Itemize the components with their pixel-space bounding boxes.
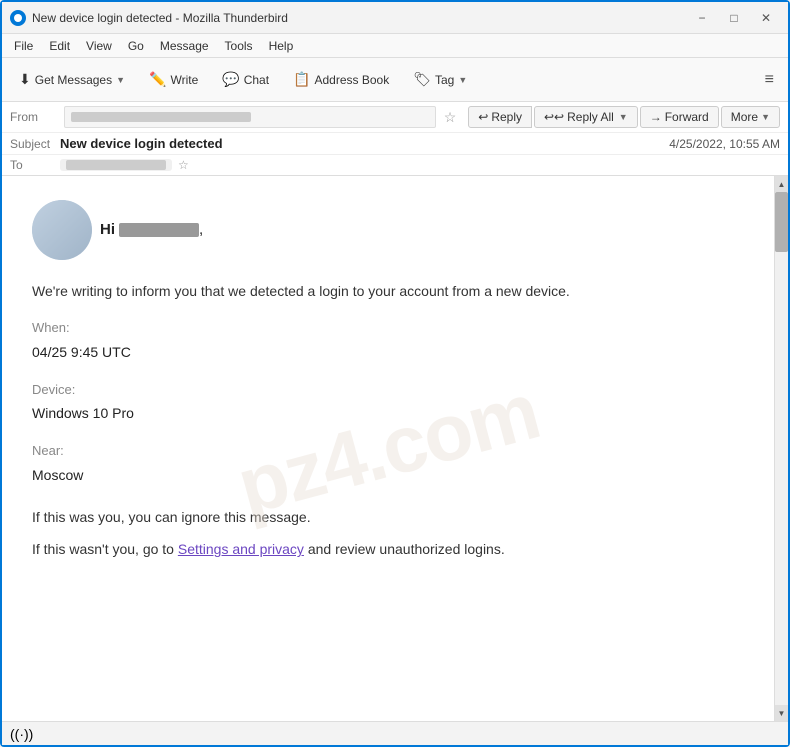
write-button[interactable]: ✏️ Write [138,65,209,94]
address-book-button[interactable]: 📋 Address Book [282,65,400,94]
chat-icon: 💬 [222,71,239,88]
status-icon: ((·)) [10,726,33,742]
subject-value: New device login detected [60,136,669,151]
get-messages-icon: ⬇ [19,71,31,88]
email-body-wrapper: pz4.com Hi , We're writing to inform you… [2,176,788,721]
subject-label: Subject [10,137,60,151]
status-bar: ((·)) [2,721,788,745]
maximize-button[interactable]: □ [720,8,748,28]
tag-icon: 🏷 [413,71,431,88]
reply-all-label: Reply All [567,110,614,124]
write-icon: ✏️ [149,71,166,88]
window-title: New device login detected - Mozilla Thun… [32,11,688,25]
device-value: Windows 10 Pro [32,402,744,424]
app-icon [10,10,26,26]
email-actions-bar: From ☆ ↩ Reply ↩↩ Reply All ▼ → Forward [2,102,788,133]
more-label: More [731,110,758,124]
footer-line-1: If this was you, you can ignore this mes… [32,506,744,528]
scrollbar-thumb[interactable] [775,192,788,252]
reply-button[interactable]: ↩ Reply [468,106,532,128]
title-bar: New device login detected - Mozilla Thun… [2,2,788,34]
write-label: Write [170,73,198,87]
menu-message[interactable]: Message [152,37,217,55]
device-label: Device: [32,380,744,401]
get-messages-button[interactable]: ⬇ Get Messages ▼ [8,65,136,94]
reply-arrow-icon: ↩ [478,110,488,124]
avatar [32,200,92,260]
reply-all-button[interactable]: ↩↩ Reply All ▼ [534,106,638,128]
get-messages-label: Get Messages [35,73,112,87]
scrollbar-down-arrow[interactable]: ▼ [775,705,789,721]
reply-label: Reply [491,110,522,124]
hamburger-button[interactable]: ≡ [757,66,782,94]
address-book-icon: 📋 [293,71,310,88]
chat-label: Chat [244,73,269,87]
menu-file[interactable]: File [6,37,41,55]
greeting-text: Hi , [100,218,203,242]
email-body: pz4.com Hi , We're writing to inform you… [2,176,774,721]
reply-all-arrow-icon: ↩↩ [544,110,564,124]
scrollbar-up-arrow[interactable]: ▲ [775,176,789,192]
to-address-blurred [66,160,166,170]
menu-bar: File Edit View Go Message Tools Help [2,34,788,58]
menu-go[interactable]: Go [120,37,152,55]
from-field [64,106,436,128]
scrollbar-track[interactable] [775,192,788,705]
date-value: 4/25/2022, 10:55 AM [669,137,780,151]
from-label: From [10,110,60,124]
footer-line-2: If this wasn't you, go to Settings and p… [32,538,744,560]
reply-all-dropdown-icon[interactable]: ▼ [619,112,628,122]
footer-2-before: If this wasn't you, go to [32,541,178,557]
menu-edit[interactable]: Edit [41,37,78,55]
from-address-blurred [71,112,251,122]
footer-2-after: and review unauthorized logins. [304,541,505,557]
to-label: To [10,158,60,172]
forward-arrow-icon: → [650,110,662,124]
greeting-comma: , [199,218,203,242]
forward-label: Forward [665,110,709,124]
tag-label: Tag [435,73,454,87]
get-messages-dropdown-icon[interactable]: ▼ [116,75,125,85]
more-dropdown-icon[interactable]: ▼ [761,112,770,122]
email-action-buttons: ↩ Reply ↩↩ Reply All ▼ → Forward More ▼ [468,106,780,128]
subject-row: Subject New device login detected 4/25/2… [2,133,788,155]
tag-button[interactable]: 🏷 Tag ▼ [402,65,478,94]
chat-button[interactable]: 💬 Chat [211,65,280,94]
menu-view[interactable]: View [78,37,120,55]
window-controls: − □ ✕ [688,8,780,28]
main-window: New device login detected - Mozilla Thun… [0,0,790,747]
greeting-hi: Hi [100,218,115,242]
when-value: 04/25 9:45 UTC [32,341,744,363]
to-star-icon[interactable]: ☆ [178,158,189,172]
menu-tools[interactable]: Tools [217,37,261,55]
minimize-button[interactable]: − [688,8,716,28]
address-book-label: Address Book [314,73,389,87]
greeting-row: Hi , [32,200,744,260]
menu-help[interactable]: Help [261,37,302,55]
email-footer: If this was you, you can ignore this mes… [32,506,744,561]
to-row: To ☆ [2,155,788,175]
greeting-name-blurred [119,223,199,237]
forward-button[interactable]: → Forward [640,106,719,128]
scrollbar: ▲ ▼ [774,176,788,721]
to-field [60,159,172,171]
near-label: Near: [32,441,744,462]
near-value: Moscow [32,464,744,486]
toolbar: ⬇ Get Messages ▼ ✏️ Write 💬 Chat 📋 Addre… [2,58,788,102]
close-button[interactable]: ✕ [752,8,780,28]
more-button[interactable]: More ▼ [721,106,780,128]
settings-and-privacy-link[interactable]: Settings and privacy [178,541,304,557]
email-header: From ☆ ↩ Reply ↩↩ Reply All ▼ → Forward [2,102,788,176]
from-star-icon[interactable]: ☆ [444,109,457,126]
when-label: When: [32,318,744,339]
tag-dropdown-icon[interactable]: ▼ [458,75,467,85]
body-paragraph: We're writing to inform you that we dete… [32,280,744,302]
